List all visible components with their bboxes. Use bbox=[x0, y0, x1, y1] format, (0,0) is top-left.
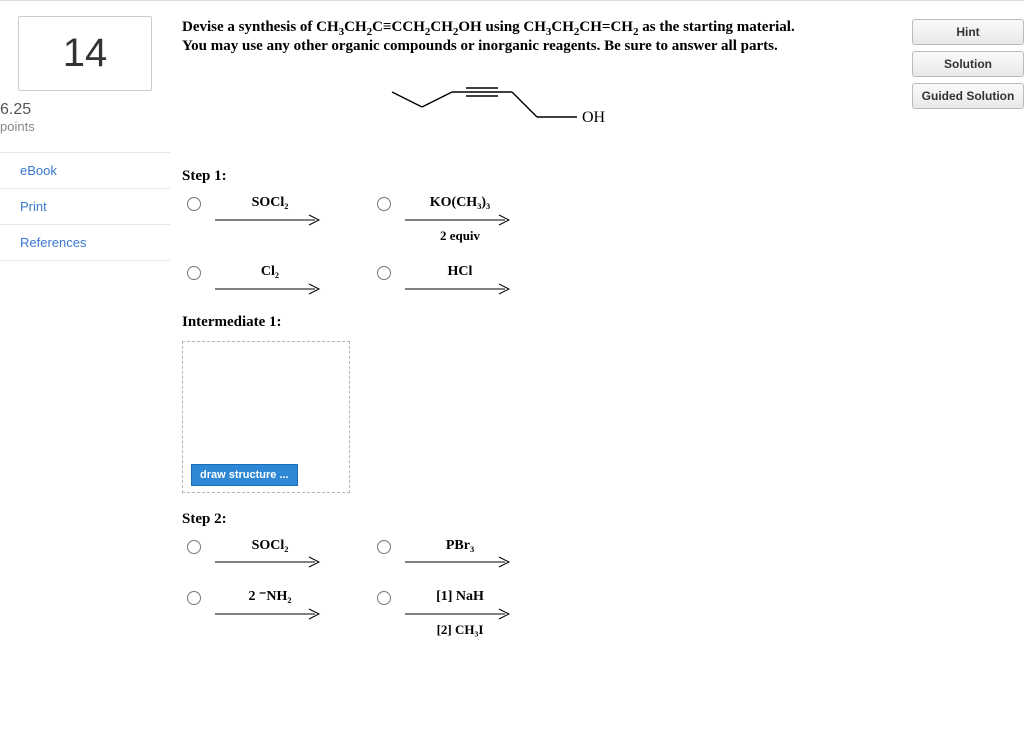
step1-options: SOCl₂ KO(CH₃)₃ 2 equiv Cl₂ bbox=[187, 195, 1009, 296]
points-area: 6.25 points bbox=[0, 101, 170, 152]
reagent-label: Cl₂ bbox=[261, 264, 279, 281]
points-label: points bbox=[0, 119, 152, 134]
reagent-label: PBr₃ bbox=[446, 538, 474, 555]
reagent-label: KO(CH₃)₃ bbox=[430, 195, 491, 212]
radio-icon[interactable] bbox=[377, 266, 391, 280]
arrow-icon bbox=[215, 213, 325, 227]
step2-option-b[interactable]: PBr₃ bbox=[377, 538, 577, 570]
radio-icon[interactable] bbox=[377, 540, 391, 554]
step1-label: Step 1: bbox=[182, 168, 1009, 185]
radio-icon[interactable] bbox=[187, 197, 201, 211]
hint-button[interactable]: Hint bbox=[912, 19, 1024, 45]
radio-icon[interactable] bbox=[187, 266, 201, 280]
reagent-below-label: [2] CH₃I bbox=[437, 622, 484, 638]
question-number: 14 bbox=[63, 31, 108, 75]
draw-structure-button[interactable]: draw structure ... bbox=[191, 464, 298, 486]
step2-options: SOCl₂ PBr₃ 2 ⁻NH₂ bbox=[187, 538, 1009, 639]
side-links: eBook Print References bbox=[0, 152, 170, 261]
right-button-panel: Hint Solution Guided Solution bbox=[912, 19, 1024, 115]
arrow-icon bbox=[215, 607, 325, 621]
step1-option-c[interactable]: Cl₂ bbox=[187, 264, 377, 296]
arrow-icon bbox=[405, 607, 515, 621]
guided-solution-button[interactable]: Guided Solution bbox=[912, 83, 1024, 109]
step1-option-d[interactable]: HCl bbox=[377, 264, 577, 296]
arrow-icon bbox=[405, 282, 515, 296]
reagent-label: SOCl₂ bbox=[252, 195, 289, 212]
arrow-icon bbox=[405, 213, 515, 227]
reagent-below-label: 2 equiv bbox=[440, 228, 480, 244]
oh-label: OH bbox=[582, 109, 606, 126]
solution-button[interactable]: Solution bbox=[912, 51, 1024, 77]
reagent-label: HCl bbox=[448, 264, 473, 281]
reagent-label: [1] NaH bbox=[436, 589, 484, 606]
main-content: Hint Solution Guided Solution Devise a s… bbox=[170, 1, 1024, 731]
intermediate1-box[interactable]: draw structure ... bbox=[182, 341, 350, 493]
question-text: Devise a synthesis of CH3CH2C≡CCH2CH2OH … bbox=[182, 19, 1009, 55]
step1-option-a[interactable]: SOCl₂ bbox=[187, 195, 377, 244]
arrow-icon bbox=[215, 282, 325, 296]
step2-option-a[interactable]: SOCl₂ bbox=[187, 538, 377, 570]
step1-option-b[interactable]: KO(CH₃)₃ 2 equiv bbox=[377, 195, 577, 244]
molecule-structure: OH bbox=[382, 77, 642, 147]
intermediate1-label: Intermediate 1: bbox=[182, 314, 1009, 331]
step2-option-c[interactable]: 2 ⁻NH₂ bbox=[187, 589, 377, 638]
radio-icon[interactable] bbox=[377, 591, 391, 605]
references-link[interactable]: References bbox=[0, 225, 170, 261]
arrow-icon bbox=[215, 555, 325, 569]
reagent-label: SOCl₂ bbox=[252, 538, 289, 555]
print-link[interactable]: Print bbox=[0, 189, 170, 225]
radio-icon[interactable] bbox=[187, 591, 201, 605]
reagent-label: 2 ⁻NH₂ bbox=[248, 589, 291, 606]
radio-icon[interactable] bbox=[377, 197, 391, 211]
sidebar: 14 6.25 points eBook Print References bbox=[0, 1, 170, 731]
ebook-link[interactable]: eBook bbox=[0, 153, 170, 189]
radio-icon[interactable] bbox=[187, 540, 201, 554]
points-value: 6.25 bbox=[0, 101, 152, 119]
question-number-box: 14 bbox=[18, 16, 152, 91]
arrow-icon bbox=[405, 555, 515, 569]
step2-option-d[interactable]: [1] NaH [2] CH₃I bbox=[377, 589, 577, 638]
step2-label: Step 2: bbox=[182, 511, 1009, 528]
